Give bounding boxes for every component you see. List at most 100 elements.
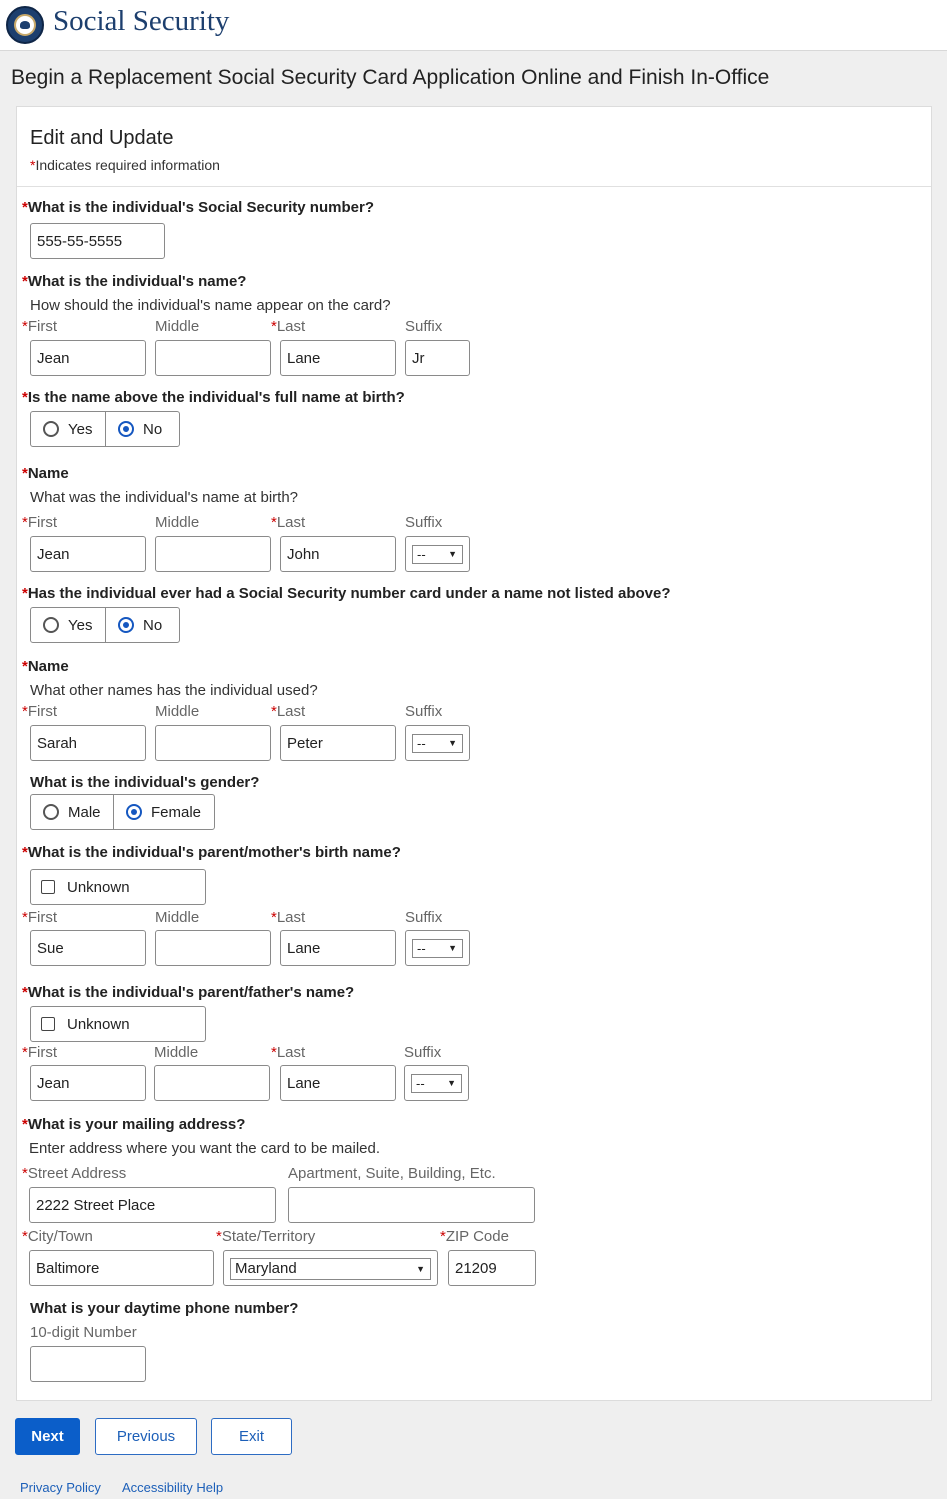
radio-selected-icon	[118, 421, 134, 437]
street-address-input[interactable]	[29, 1187, 276, 1223]
first-label: *First	[22, 1044, 58, 1061]
mother-first-name-input[interactable]	[30, 930, 146, 966]
father-first-name-input[interactable]	[30, 1065, 146, 1101]
birth-name-toggle: Yes No	[30, 411, 180, 447]
city-label: *City/Town	[22, 1228, 93, 1245]
last-label: *Last	[271, 909, 306, 926]
other-card-toggle: Yes No	[30, 607, 180, 643]
middle-label: Middle	[155, 514, 200, 531]
select-value: --	[416, 1076, 425, 1091]
accessibility-help-link[interactable]: Accessibility Help	[122, 1480, 223, 1495]
birth-first-name-input[interactable]	[30, 536, 146, 572]
page-title: Begin a Replacement Social Security Card…	[11, 66, 770, 89]
radio-icon	[43, 421, 59, 437]
birth-name-heading: *Name	[22, 465, 69, 482]
other-middle-name-input[interactable]	[155, 725, 271, 761]
suffix-label: Suffix	[405, 514, 443, 531]
first-label: *First	[22, 909, 58, 926]
father-last-name-input[interactable]	[280, 1065, 396, 1101]
mother-unknown-checkbox[interactable]: Unknown	[30, 869, 206, 905]
first-label: *First	[22, 703, 58, 720]
mother-suffix-select[interactable]: -- ▼	[405, 930, 470, 966]
birth-name-no-option[interactable]: No	[105, 412, 179, 446]
phone-hint: 10-digit Number	[30, 1324, 137, 1341]
select-value: Maryland	[235, 1260, 297, 1277]
dropdown-caret-icon: ▼	[416, 1264, 425, 1274]
dropdown-caret-icon: ▼	[448, 943, 457, 953]
other-card-no-option[interactable]: No	[105, 608, 179, 642]
middle-label: Middle	[155, 318, 200, 335]
address-question: *What is your mailing address?	[22, 1116, 246, 1133]
radio-icon	[43, 617, 59, 633]
dropdown-caret-icon: ▼	[448, 549, 457, 559]
birth-suffix-select[interactable]: -- ▼	[405, 536, 470, 572]
last-label: *Last	[271, 1044, 306, 1061]
brand-title[interactable]: Social Security	[53, 5, 229, 38]
other-card-yes-option[interactable]: Yes	[31, 608, 105, 642]
last-label: *Last	[271, 318, 306, 335]
required-note: *Indicates required information	[30, 157, 220, 173]
father-unknown-checkbox[interactable]: Unknown	[30, 1006, 206, 1042]
phone-question: What is your daytime phone number?	[30, 1300, 299, 1317]
last-label: *Last	[271, 514, 306, 531]
gender-male-option[interactable]: Male	[31, 795, 113, 829]
city-input[interactable]	[29, 1250, 214, 1286]
middle-label: Middle	[155, 909, 200, 926]
ssn-question: *What is the individual's Social Securit…	[22, 199, 374, 216]
card-header: Edit and Update *Indicates required info…	[17, 107, 931, 187]
apt-input[interactable]	[288, 1187, 535, 1223]
birth-last-name-input[interactable]	[280, 536, 396, 572]
other-name-heading: *Name	[22, 658, 69, 675]
other-suffix-select[interactable]: -- ▼	[405, 725, 470, 761]
other-last-name-input[interactable]	[280, 725, 396, 761]
top-bar: Social Security	[0, 0, 947, 51]
last-name-input[interactable]	[280, 340, 396, 376]
next-button[interactable]: Next	[15, 1418, 80, 1455]
select-value: --	[417, 547, 426, 562]
suffix-label: Suffix	[405, 909, 443, 926]
exit-button[interactable]: Exit	[211, 1418, 292, 1455]
street-label: *Street Address	[22, 1165, 127, 1182]
middle-label: Middle	[155, 703, 200, 720]
state-label: *State/Territory	[216, 1228, 316, 1245]
checkbox-icon	[41, 880, 55, 894]
select-value: --	[417, 941, 426, 956]
mother-middle-name-input[interactable]	[155, 930, 271, 966]
select-value: --	[417, 736, 426, 751]
form-card: Edit and Update *Indicates required info…	[16, 106, 932, 1401]
name-question: *What is the individual's name?	[22, 273, 247, 290]
radio-selected-icon	[118, 617, 134, 633]
ssn-input[interactable]	[30, 223, 165, 259]
gender-female-option[interactable]: Female	[113, 795, 214, 829]
previous-button[interactable]: Previous	[95, 1418, 197, 1455]
other-name-hint: What other names has the individual used…	[30, 682, 318, 699]
checkbox-icon	[41, 1017, 55, 1031]
zip-input[interactable]	[448, 1250, 536, 1286]
father-suffix-select[interactable]: -- ▼	[404, 1065, 469, 1101]
other-first-name-input[interactable]	[30, 725, 146, 761]
birth-name-hint: What was the individual's name at birth?	[30, 489, 299, 506]
radio-icon	[43, 804, 59, 820]
privacy-policy-link[interactable]: Privacy Policy	[20, 1480, 101, 1495]
birth-middle-name-input[interactable]	[155, 536, 271, 572]
gender-question: What is the individual's gender?	[30, 774, 260, 791]
state-select[interactable]: Maryland ▼	[223, 1250, 438, 1286]
address-hint: Enter address where you want the card to…	[29, 1140, 381, 1157]
suffix-input[interactable]	[405, 340, 470, 376]
birth-name-yes-option[interactable]: Yes	[31, 412, 105, 446]
other-card-question: *Has the individual ever had a Social Se…	[22, 585, 671, 602]
suffix-label: Suffix	[405, 318, 443, 335]
father-middle-name-input[interactable]	[154, 1065, 270, 1101]
phone-input[interactable]	[30, 1346, 146, 1382]
suffix-label: Suffix	[405, 703, 443, 720]
zip-label: *ZIP Code	[440, 1228, 509, 1245]
father-question: *What is the individual's parent/father'…	[22, 984, 355, 1001]
middle-name-input[interactable]	[155, 340, 271, 376]
suffix-label: Suffix	[404, 1044, 442, 1061]
first-name-input[interactable]	[30, 340, 146, 376]
gender-toggle: Male Female	[30, 794, 215, 830]
ssa-seal-icon	[6, 6, 44, 44]
card-title: Edit and Update	[30, 127, 174, 149]
mother-last-name-input[interactable]	[280, 930, 396, 966]
first-label: *First	[22, 318, 58, 335]
